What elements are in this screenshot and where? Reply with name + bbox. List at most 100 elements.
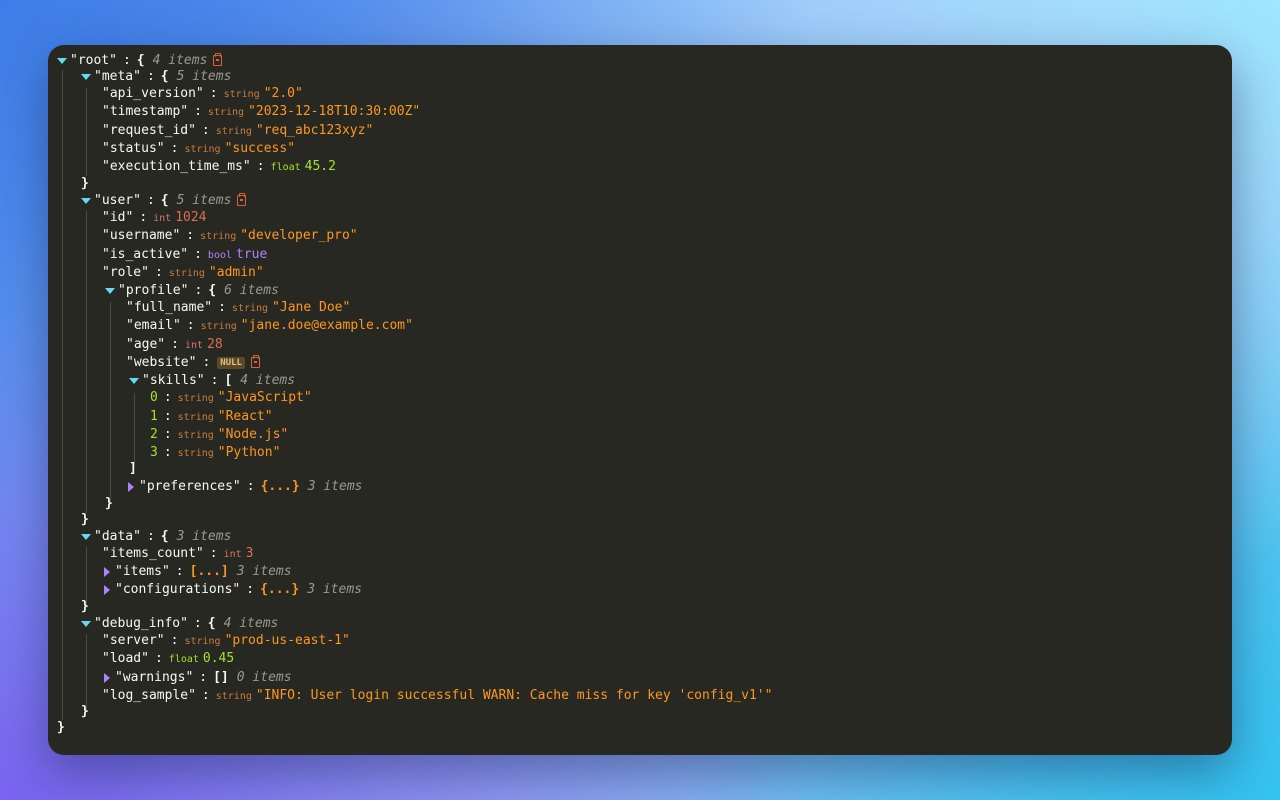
tree-leaf-role[interactable]: "role": string "admin" [102, 264, 264, 282]
collapsed-preview[interactable]: [...] [190, 564, 229, 579]
copy-icon[interactable] [250, 355, 260, 368]
tree-node-preferences[interactable]: "preferences": {...} 3 items [126, 478, 363, 496]
int-value: 3 [245, 546, 254, 561]
tree-leaf-timestamp[interactable]: "timestamp": string "2023-12-18T10:30:00Z" [102, 103, 420, 121]
collapse-caret-icon[interactable] [104, 566, 110, 577]
collapse-caret-icon[interactable] [128, 481, 134, 492]
collapse-caret-icon[interactable] [104, 584, 110, 595]
tree-leaf-age[interactable]: "age": int 28 [126, 336, 223, 354]
tree-leaf-items-count[interactable]: "items_count": int 3 [102, 545, 253, 563]
collapse-caret-icon[interactable] [104, 672, 110, 683]
item-count: 6 items [224, 283, 279, 298]
closing-brace: } [81, 512, 89, 527]
item-count: 4 items [240, 373, 296, 388]
type-label: string [177, 393, 214, 404]
expand-caret-icon[interactable] [105, 287, 115, 294]
type-label: bool [207, 250, 233, 261]
type-label: string [215, 691, 252, 702]
copy-icon[interactable] [213, 53, 223, 66]
tree-leaf-status[interactable]: "status": string "success" [102, 140, 295, 158]
bool-value: true [236, 247, 268, 262]
type-label: string [177, 412, 214, 423]
array-index: 1 [150, 409, 158, 424]
tree-leaf-full-name[interactable]: "full_name": string "Jane Doe" [126, 299, 350, 317]
tree-node-user[interactable]: "user":{5 items [81, 192, 247, 210]
item-count: 4 items [152, 53, 208, 68]
copy-icon[interactable] [237, 193, 247, 206]
item-count: 5 items [176, 193, 232, 208]
type-label: string [168, 268, 205, 279]
tree-node-skills[interactable]: "skills":[4 items [129, 372, 295, 390]
type-label: string [231, 303, 269, 314]
expand-caret-icon[interactable] [81, 73, 91, 80]
tree-leaf-load[interactable]: "load": float 0.45 [102, 650, 234, 668]
array-item[interactable]: 2: string "Node.js" [150, 426, 288, 444]
string-value: "developer_pro" [240, 228, 358, 243]
type-label: string [177, 448, 214, 459]
null-badge: NULL [217, 356, 245, 369]
collapsed-preview[interactable]: {...} [260, 582, 299, 597]
float-value: 0.45 [202, 651, 235, 666]
expand-caret-icon[interactable] [81, 197, 91, 204]
item-count: 0 items [236, 670, 292, 685]
node-key: "items" [115, 564, 170, 579]
tree-leaf-api-version[interactable]: "api_version": string "2.0" [102, 85, 303, 103]
item-count: 3 items [176, 529, 232, 544]
closing-brace: } [81, 176, 89, 191]
tree-node-warnings[interactable]: "warnings":[] 0 items [102, 669, 292, 687]
node-key: "debug_info" [94, 616, 188, 631]
type-label: int [223, 549, 242, 560]
float-value: 45.2 [304, 159, 336, 174]
array-index: 3 [150, 445, 158, 460]
tree-node-meta[interactable]: "meta":{5 items [81, 68, 231, 86]
array-item[interactable]: 3: string "Python" [150, 444, 280, 462]
tree-node-items[interactable]: "items": [...] 3 items [102, 563, 292, 581]
tree-leaf-is-active[interactable]: "is_active": bool true [102, 246, 267, 264]
type-label: string [200, 231, 237, 242]
type-label: float [270, 162, 301, 173]
item-count: 3 items [307, 479, 363, 494]
tree-leaf-id[interactable]: "id": int 1024 [102, 209, 207, 227]
tree-leaf-execution-time[interactable]: "execution_time_ms": float 45.2 [102, 158, 336, 176]
tree-leaf-server[interactable]: "server": string "prod-us-east-1" [102, 632, 350, 650]
item-count: 4 items [223, 616, 279, 631]
node-key: "warnings" [115, 670, 194, 685]
node-key: "data" [94, 529, 141, 544]
indent-guide-user [86, 211, 87, 513]
tree-node-debug-info[interactable]: "debug_info":{4 items [81, 615, 278, 633]
tree-node-profile[interactable]: "profile":{6 items [105, 282, 279, 300]
tree-leaf-log-sample[interactable]: "log_sample": string "INFO: User login suc… [102, 687, 772, 705]
array-item[interactable]: 0: string "JavaScript" [150, 389, 312, 407]
string-value: "jane.doe@example.com" [240, 318, 413, 333]
type-label: string [177, 430, 214, 441]
array-item[interactable]: 1: string "React" [150, 408, 273, 426]
node-key: "meta" [94, 69, 141, 84]
string-value: "2.0" [263, 86, 303, 101]
collapsed-preview[interactable]: {...} [261, 479, 300, 494]
string-value: "Python" [217, 445, 281, 460]
string-value: "prod-us-east-1" [224, 633, 350, 648]
tree-leaf-username[interactable]: "username": string "developer_pro" [102, 227, 358, 245]
expand-caret-icon[interactable] [129, 377, 139, 384]
closing-brace: } [81, 704, 89, 719]
type-label: string [215, 126, 252, 137]
closing-bracket: ] [129, 461, 137, 476]
array-index: 2 [150, 427, 158, 442]
type-label: int [153, 213, 172, 224]
type-label: string [184, 636, 221, 647]
node-key: "root" [70, 53, 117, 68]
tree-leaf-request-id[interactable]: "request_id": string "req_abc123xyz" [102, 122, 373, 140]
tree-leaf-email[interactable]: "email": string "jane.doe@example.com" [126, 317, 413, 335]
tree-leaf-website[interactable]: "website": NULL [126, 354, 260, 372]
empty-array: [] [213, 670, 229, 685]
expand-caret-icon[interactable] [81, 533, 91, 540]
closing-brace: } [81, 599, 89, 614]
string-value: "req_abc123xyz" [255, 123, 374, 138]
expand-caret-icon[interactable] [81, 620, 91, 627]
tree-node-configurations[interactable]: "configurations": {...} 3 items [102, 581, 362, 599]
tree-node-data[interactable]: "data":{3 items [81, 528, 231, 546]
expand-caret-icon[interactable] [57, 57, 67, 64]
string-value: "React" [217, 409, 273, 424]
json-viewer-window: "root":{4 items "meta":{5 items "api_ver… [48, 45, 1232, 755]
indent-guide-profile [110, 302, 111, 502]
